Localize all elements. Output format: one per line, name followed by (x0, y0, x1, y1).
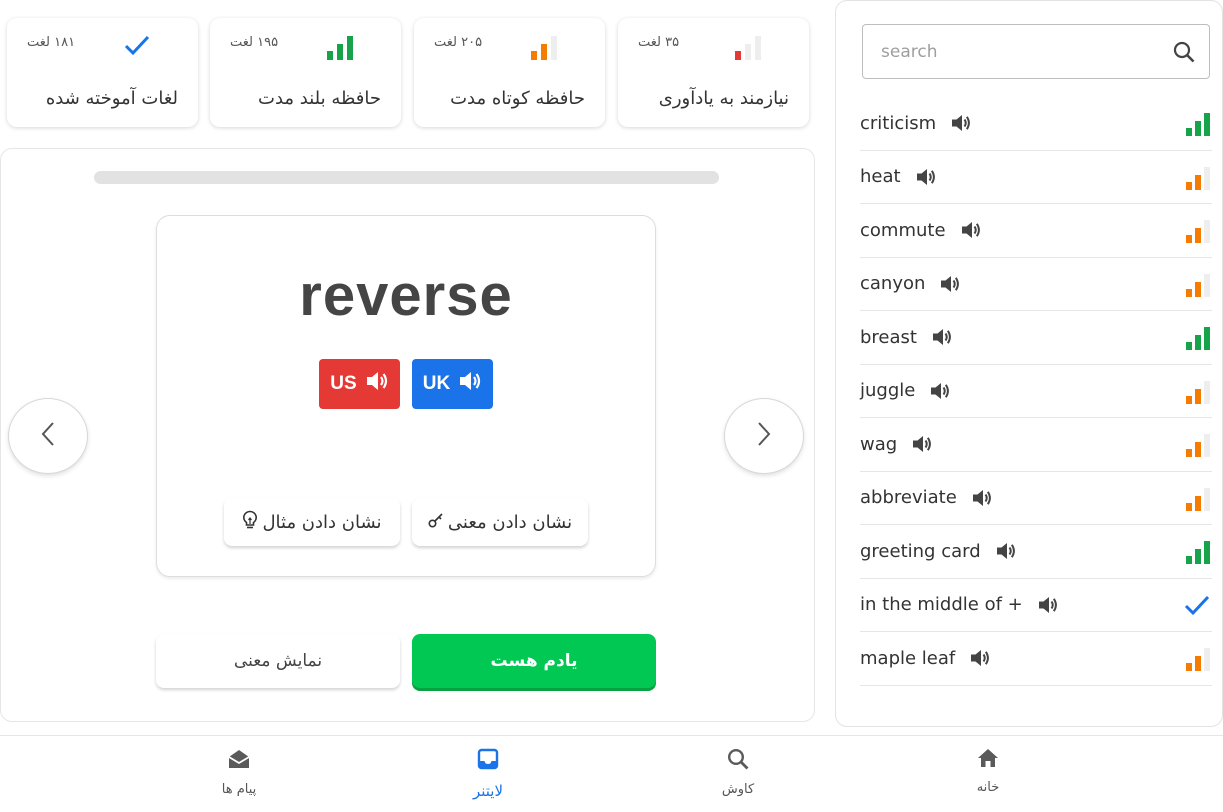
nav-messages[interactable]: پیام ها (179, 748, 299, 797)
word-text: canyon (860, 273, 926, 295)
speaker-icon[interactable] (971, 488, 993, 508)
speaker-icon[interactable] (969, 648, 991, 668)
check-icon (1184, 594, 1210, 620)
word-list-item[interactable]: in the middle of + (860, 579, 1212, 632)
lightbulb-icon (242, 510, 258, 535)
home-icon (928, 748, 1048, 768)
signal-high-icon (1186, 326, 1210, 354)
speaker-icon[interactable] (950, 113, 972, 133)
speaker-icon[interactable] (1037, 595, 1059, 615)
nav-home[interactable]: خانه (928, 748, 1048, 795)
word-list-item[interactable]: maple leaf (860, 632, 1212, 686)
word-text: heat (860, 166, 901, 188)
speaker-icon (365, 370, 389, 398)
show-meaning-button[interactable]: نمایش معنی (156, 634, 400, 688)
word-text: abbreviate (860, 487, 957, 509)
stat-label: حافظه بلند مدت (258, 88, 381, 109)
word-list-item[interactable]: canyon (860, 258, 1212, 311)
signal-medium-icon (1186, 166, 1210, 194)
search-input[interactable] (881, 37, 1151, 67)
nav-label: پیام ها (221, 782, 257, 797)
speaker-icon[interactable] (939, 274, 961, 294)
speaker-icon[interactable] (931, 327, 953, 347)
word-text: wag (860, 433, 898, 455)
word-list-item[interactable]: heat (860, 151, 1212, 204)
hint-label: نشان دادن مثال (262, 511, 382, 533)
stat-label: نیازمند به یادآوری (658, 88, 789, 109)
signal-high-icon (1186, 112, 1210, 140)
nav-label: خانه (976, 780, 1000, 795)
word-list-item[interactable]: commute (860, 204, 1212, 258)
next-card-button[interactable] (724, 398, 804, 474)
signal-medium-icon (1186, 380, 1210, 408)
word-text: maple leaf (860, 647, 956, 669)
speaker-icon (458, 370, 482, 398)
word-text: breast (860, 326, 917, 348)
speaker-icon[interactable] (995, 541, 1017, 561)
speaker-icon[interactable] (915, 167, 937, 187)
stat-count: ۳۵ لغت (638, 35, 680, 50)
word-text: juggle (860, 380, 916, 402)
us-pronounce-button[interactable]: US (319, 359, 400, 409)
search-icon (678, 748, 798, 770)
previous-card-button[interactable] (8, 398, 88, 474)
stat-count: ۲۰۵ لغت (434, 35, 483, 50)
signal-medium-icon (531, 34, 557, 64)
signal-high-icon (327, 34, 353, 64)
word-text: commute (860, 219, 946, 241)
word-list-item[interactable]: greeting card (860, 525, 1212, 579)
stat-card-long-term[interactable]: ۱۹۵ لغت حافظه بلند مدت (210, 18, 401, 127)
search-box[interactable] (862, 24, 1210, 79)
stat-count: ۱۸۱ لغت (27, 35, 76, 50)
i-remember-button[interactable]: یادم هست (412, 634, 656, 688)
nav-label: کاوش (721, 782, 755, 797)
speaker-icon[interactable] (911, 434, 933, 454)
signal-medium-icon (1186, 487, 1210, 515)
chevron-left-icon (41, 421, 55, 451)
mail-open-icon (179, 748, 299, 770)
progress-bar (94, 171, 719, 184)
nav-leitner[interactable]: لایتنر (428, 748, 548, 800)
word-text: in the middle of + (860, 594, 1023, 616)
check-icon (124, 34, 150, 60)
key-icon (428, 512, 444, 533)
uk-pronounce-button[interactable]: UK (412, 359, 493, 409)
speaker-icon[interactable] (929, 381, 951, 401)
signal-high-icon (1186, 540, 1210, 568)
word-list-item[interactable]: abbreviate (860, 472, 1212, 525)
signal-medium-icon (1186, 219, 1210, 247)
stat-card-short-term[interactable]: ۲۰۵ لغت حافظه کوتاه مدت (414, 18, 605, 127)
chevron-right-icon (757, 421, 771, 451)
search-icon[interactable] (1173, 41, 1195, 67)
stat-label: لغات آموخته شده (45, 88, 178, 109)
nav-label: لایتنر (472, 782, 504, 800)
stat-card-needs-review[interactable]: ۳۵ لغت نیازمند به یادآوری (618, 18, 809, 127)
nav-explore[interactable]: کاوش (678, 748, 798, 797)
signal-low-icon (735, 34, 761, 64)
stat-card-learned[interactable]: ۱۸۱ لغت لغات آموخته شده (7, 18, 198, 127)
word-list-item[interactable]: breast (860, 311, 1212, 365)
signal-medium-icon (1186, 433, 1210, 461)
inbox-icon (428, 748, 548, 770)
word-list-item[interactable]: juggle (860, 365, 1212, 418)
show-meaning-hint-button[interactable]: نشان دادن معنی (412, 498, 588, 546)
stat-count: ۱۹۵ لغت (230, 35, 279, 50)
flashcard-word: reverse (299, 263, 513, 328)
word-list-item[interactable]: criticism (860, 97, 1212, 151)
show-example-hint-button[interactable]: نشان دادن مثال (224, 498, 400, 546)
word-text: greeting card (860, 540, 981, 562)
us-label: US (330, 373, 357, 394)
hint-label: نشان دادن معنی (447, 511, 573, 533)
stat-label: حافظه کوتاه مدت (450, 88, 585, 109)
uk-label: UK (422, 373, 451, 394)
word-list-item[interactable]: wag (860, 418, 1212, 472)
word-text: criticism (860, 112, 937, 134)
speaker-icon[interactable] (960, 220, 982, 240)
word-list: criticism heat commute canyon breast juggle wa… (860, 97, 1212, 686)
signal-medium-icon (1186, 647, 1210, 675)
signal-medium-icon (1186, 273, 1210, 301)
